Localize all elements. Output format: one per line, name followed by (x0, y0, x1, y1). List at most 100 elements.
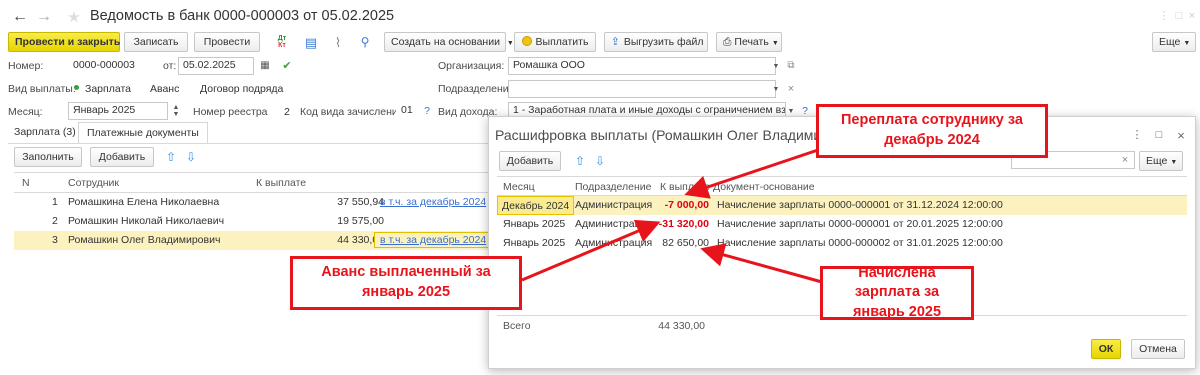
save-button[interactable]: Записать (124, 32, 188, 52)
move-up-icon[interactable]: ⇧ (164, 149, 178, 165)
dialog-close-icon[interactable]: × (1175, 128, 1187, 142)
dialog-move-up-icon[interactable]: ⇧ (573, 153, 587, 169)
table-row-selected[interactable]: 3 Ромашкин Олег Владимирович 44 330,00 в… (14, 231, 493, 250)
radio-salary[interactable]: Зарплата (74, 83, 131, 95)
add-row-button[interactable]: Добавить (90, 147, 154, 167)
create-based-on-button[interactable]: Создать на основании ▼ (384, 32, 514, 52)
month-field[interactable]: Январь 2025 (68, 102, 168, 120)
chevron-down-icon: ▼ (1183, 40, 1191, 47)
dialog-menu-icon[interactable]: ⋮ (1132, 128, 1143, 142)
dialog-row-department: Администрация (575, 237, 653, 249)
chevron-down-icon: ▼ (506, 40, 514, 47)
department-label: Подразделение: (438, 83, 518, 95)
tab-payment-documents[interactable]: Платежные документы (78, 122, 208, 144)
window-maximize-icon[interactable]: □ (1174, 9, 1184, 23)
move-down-icon[interactable]: ⇩ (184, 149, 198, 165)
dialog-row-month: Январь 2025 (503, 237, 566, 249)
dt-kt-icon[interactable]: Дт Кт (272, 33, 292, 51)
dropdown-icon[interactable]: ▼ (770, 81, 782, 97)
clear-icon[interactable]: × (785, 81, 797, 97)
dialog-move-down-icon[interactable]: ⇩ (593, 153, 607, 169)
fill-button[interactable]: Заполнить (14, 147, 82, 167)
credit-code-field[interactable]: 01 (396, 102, 418, 120)
more-button[interactable]: Еще ▼ (1152, 32, 1196, 52)
row-amount: 37 550,94 (337, 196, 384, 208)
post-and-close-button[interactable]: Провести и закрыть (8, 32, 120, 52)
number-label: Номер: (8, 60, 44, 72)
dialog-more-button[interactable]: Еще ▼ (1139, 151, 1183, 171)
window-close-icon[interactable]: × (1187, 9, 1197, 23)
dialog-add-button[interactable]: Добавить (499, 151, 561, 171)
dialog-title: Расшифровка выплаты (Ромашкин Олег Влади… (495, 127, 865, 143)
dialog-header-amount[interactable]: К выплате (660, 181, 710, 193)
month-stepper-icon[interactable]: ▲ ▼ (171, 103, 181, 119)
pay-button[interactable]: Выплатить (514, 32, 596, 52)
date-from-label: от: (163, 60, 177, 72)
report-icon[interactable]: ▤ (302, 33, 320, 51)
row-number: 3 (52, 234, 58, 246)
back-arrow-icon[interactable]: ← (12, 8, 28, 26)
radio-selected-icon (74, 85, 79, 90)
upload-file-button[interactable]: ⇪ Выгрузить файл (604, 32, 708, 52)
forward-arrow-icon[interactable]: → (36, 8, 52, 26)
upload-icon: ⇪ (611, 36, 620, 48)
registry-number-label: Номер реестра (193, 106, 268, 118)
row-breakdown-link[interactable]: в т.ч. за декабрь 2024 (374, 232, 493, 248)
dialog-table-row[interactable]: Январь 2025 Администрация -31 320,00 Нач… (497, 215, 1187, 234)
help-icon[interactable]: ? (422, 103, 432, 119)
dialog-row-document: Начисление зарплаты 0000-000001 от 20.01… (717, 218, 1003, 230)
dialog-row-month: Декабрь 2024 (497, 196, 575, 215)
dialog-header-department[interactable]: Подразделение (575, 181, 652, 193)
organization-field[interactable]: Ромашка ООО (508, 57, 776, 75)
month-label: Месяц: (8, 106, 43, 118)
window-menu-icon[interactable]: ⋮ (1159, 9, 1170, 23)
dialog-header-document[interactable]: Документ-основание (713, 181, 815, 193)
print-label: Печать (734, 36, 769, 48)
dialog-table-row[interactable]: Январь 2025 Администрация 82 650,00 Начи… (497, 234, 1187, 253)
payment-type-label: Вид выплаты: (8, 83, 76, 95)
dialog-row-document: Начисление зарплаты 0000-000002 от 31.01… (717, 237, 1003, 249)
structure-icon[interactable]: ⚲ (356, 33, 374, 51)
radio-advance[interactable]: Аванс (150, 83, 179, 95)
row-employee: Ромашкин Олег Владимирович (68, 234, 221, 246)
row-number: 2 (52, 215, 58, 227)
ok-button[interactable]: ОК (1091, 339, 1121, 359)
annotation-advance: Аванс выплаченный за январь 2025 (290, 256, 522, 310)
attach-clip-icon[interactable]: ⌇ (329, 33, 347, 51)
dialog-maximize-icon[interactable]: □ (1153, 128, 1165, 142)
print-button[interactable]: ⎙ Печать ▼ (716, 32, 782, 52)
table-row[interactable]: 1 Ромашкина Елена Николаевна 37 550,94 в… (14, 193, 490, 212)
column-header-employee[interactable]: Сотрудник (68, 177, 119, 189)
printer-icon: ⎙ (723, 36, 732, 48)
dialog-row-department: Администрация (575, 218, 653, 230)
pay-label: Выплатить (535, 36, 589, 48)
dialog-table-row-selected[interactable]: Декабрь 2024 Администрация -7 000,00 Нач… (497, 196, 1187, 215)
table-top-border (14, 172, 490, 173)
open-link-icon[interactable]: ⧉ (785, 58, 797, 74)
column-header-amount[interactable]: К выплате (256, 177, 306, 189)
registry-number-value[interactable]: 2 (284, 106, 290, 118)
number-field[interactable]: 0000-000003 (68, 57, 156, 75)
dialog-row-document: Начисление зарплаты 0000-000001 от 31.12… (717, 199, 1003, 211)
chevron-down-icon: ▼ (771, 40, 779, 47)
department-field[interactable] (508, 80, 776, 98)
radio-contract[interactable]: Договор подряда (200, 83, 283, 95)
dialog-header-month[interactable]: Месяц (503, 181, 535, 193)
post-button[interactable]: Провести (194, 32, 260, 52)
table-row[interactable]: 2 Ромашкин Николай Николаевич 19 575,00 (14, 212, 490, 231)
favorite-star-icon[interactable]: ★ (66, 8, 82, 26)
column-header-n[interactable]: N (22, 177, 30, 189)
row-employee: Ромашкина Елена Николаевна (68, 196, 220, 208)
upload-label: Выгрузить файл (623, 36, 704, 48)
create-based-on-label: Создать на основании (391, 36, 500, 48)
dropdown-icon[interactable]: ▼ (770, 58, 782, 74)
date-field[interactable]: 05.02.2025 (178, 57, 254, 75)
tab-salary[interactable]: Зарплата (3) (14, 126, 76, 141)
calendar-icon[interactable]: ▦ (258, 58, 272, 74)
cancel-button[interactable]: Отмена (1131, 339, 1185, 359)
row-breakdown-link[interactable]: в т.ч. за декабрь 2024 (380, 196, 486, 208)
dialog-search-clear-icon[interactable]: × (1119, 152, 1131, 168)
radio-salary-label: Зарплата (85, 83, 131, 95)
more-label: Еще (1159, 36, 1181, 48)
dialog-row-department: Администрация (575, 199, 653, 211)
